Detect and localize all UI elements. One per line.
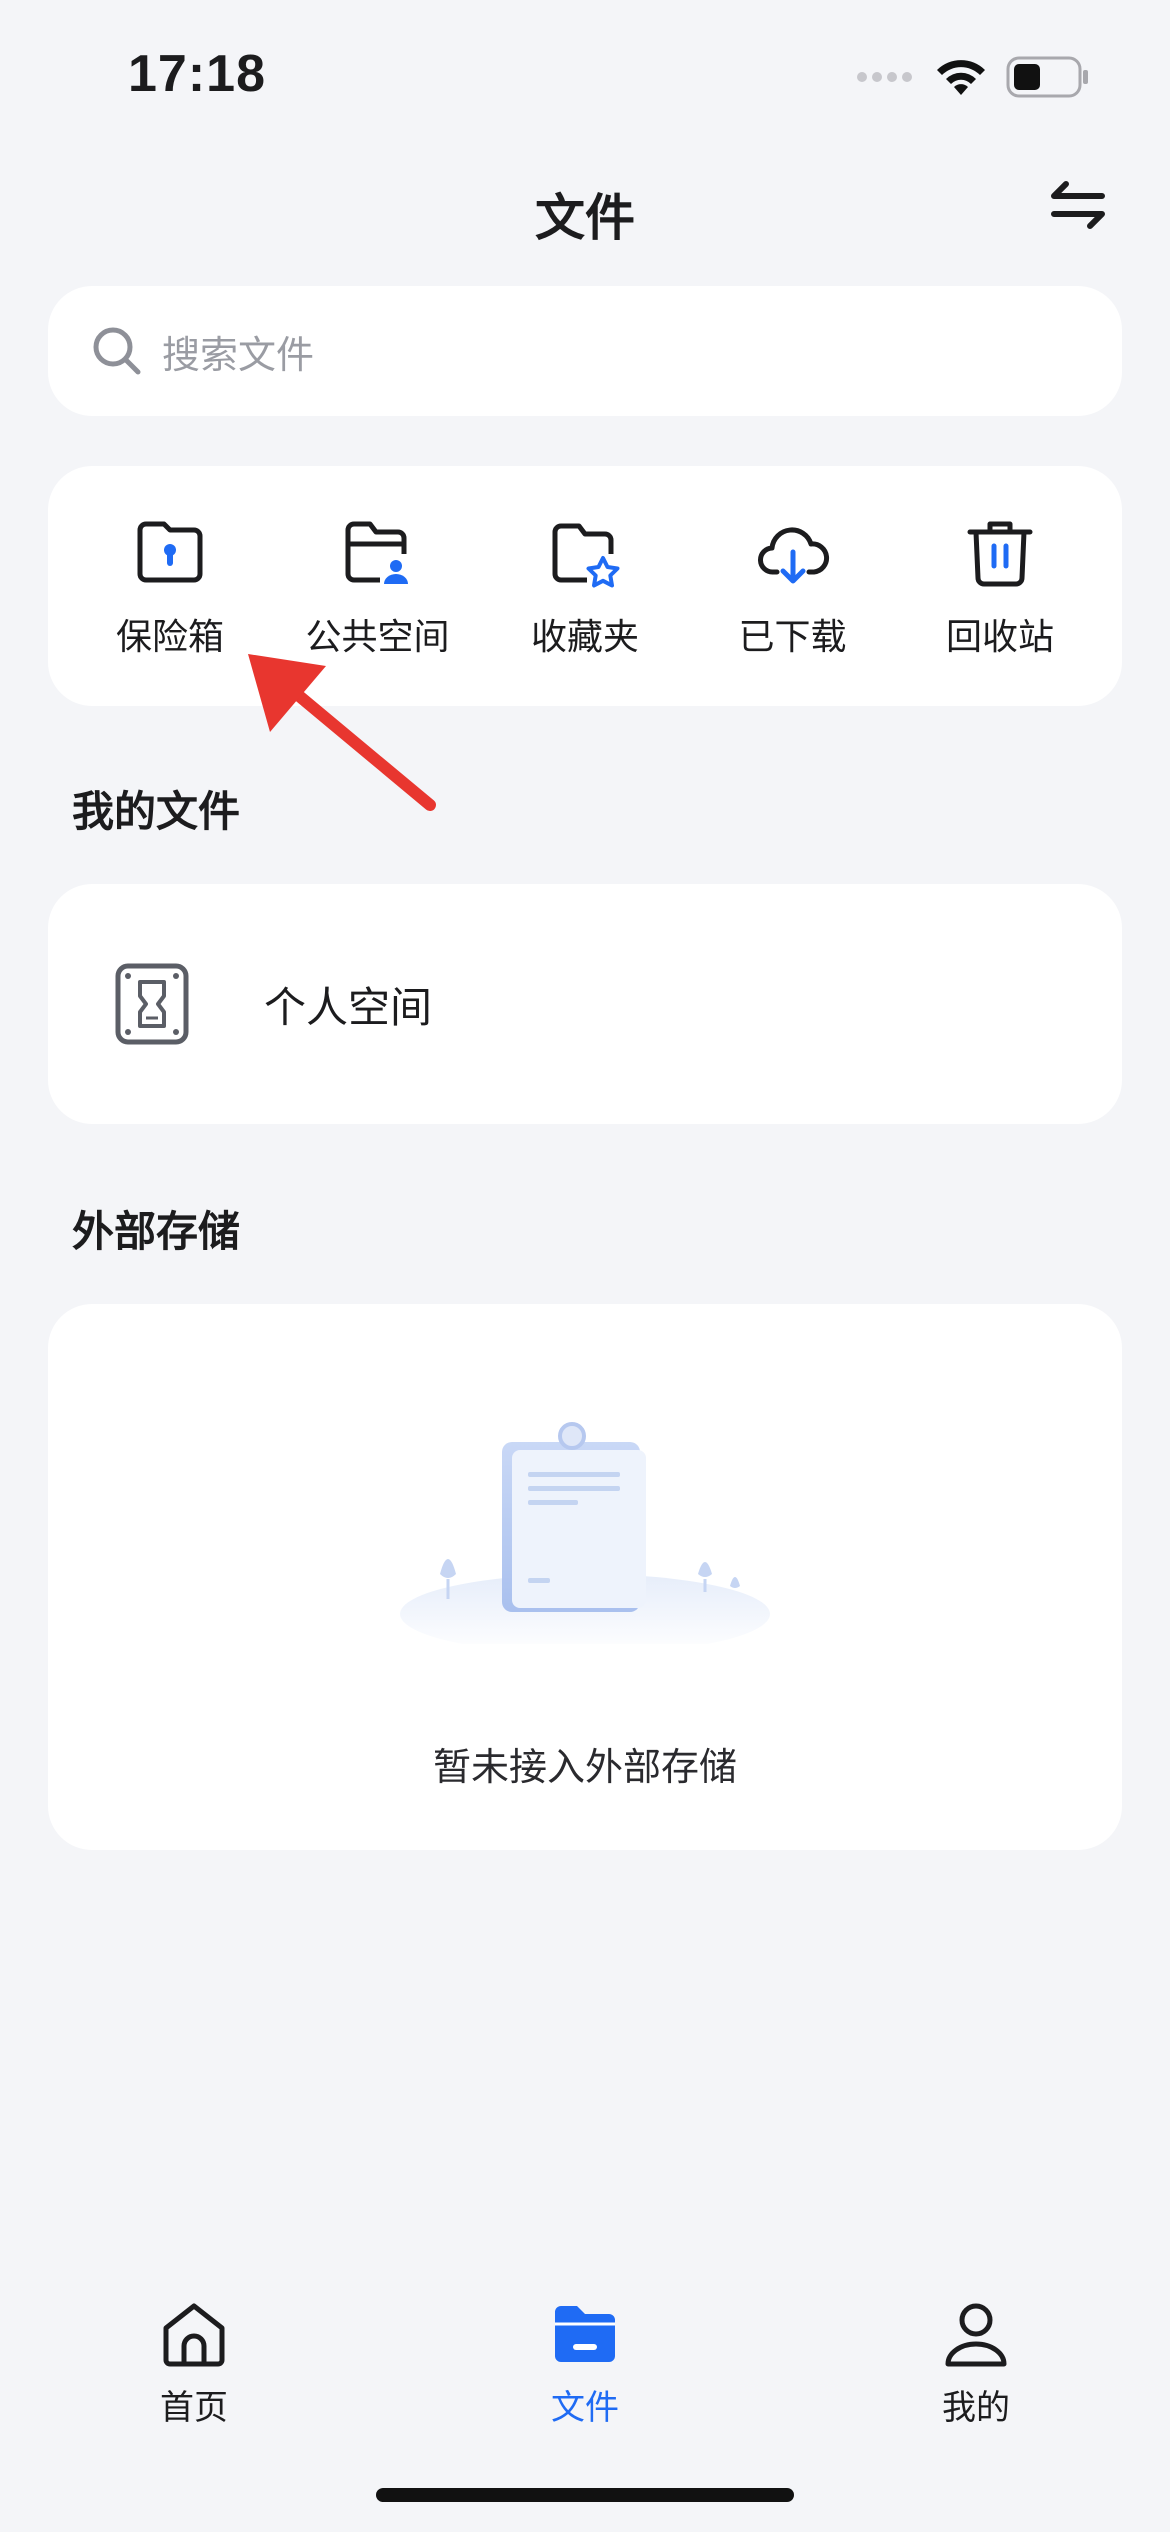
person-icon xyxy=(945,2303,1007,2367)
cloud-download-icon xyxy=(757,527,829,584)
downloaded-button[interactable]: 已下载 xyxy=(695,466,891,706)
search-icon xyxy=(93,327,141,375)
home-icon xyxy=(163,2303,225,2367)
empty-clipboard-illustration-icon xyxy=(400,1422,770,1644)
safe-icon xyxy=(137,521,203,583)
my-files-title: 我的文件 xyxy=(72,787,241,836)
safe-label: 保险箱 xyxy=(115,617,224,658)
page-title: 文件 xyxy=(535,189,635,247)
empty-state-text: 暂未接入外部存储 xyxy=(432,1745,737,1789)
downloaded-label: 已下载 xyxy=(738,617,847,658)
tab-mine[interactable]: 我的 xyxy=(876,2298,1076,2429)
tab-home[interactable]: 首页 xyxy=(94,2298,294,2429)
switch-arrows-icon[interactable] xyxy=(1048,178,1108,232)
signal-icon xyxy=(857,72,912,82)
search-placeholder: 搜索文件 xyxy=(162,332,315,377)
external-storage-title: 外部存储 xyxy=(72,1207,241,1256)
shared-space-button[interactable]: 公共空间 xyxy=(280,466,476,706)
status-icons xyxy=(856,56,1090,98)
recycle-bin-label: 回收站 xyxy=(945,617,1054,658)
battery-icon xyxy=(1006,56,1088,98)
shared-space-label: 公共空间 xyxy=(305,617,450,658)
personal-space-label: 个人空间 xyxy=(264,982,433,1032)
search-bar[interactable]: 搜索文件 xyxy=(48,286,1122,416)
tab-home-label: 首页 xyxy=(160,2388,228,2428)
favorites-label: 收藏夹 xyxy=(530,617,639,658)
external-storage-card: 暂未接入外部存储 xyxy=(48,1304,1122,1850)
shared-folder-icon xyxy=(345,521,408,584)
status-time: 17:18 xyxy=(128,45,266,103)
favorites-button[interactable]: 收藏夹 xyxy=(487,466,683,706)
safe-button[interactable]: 保险箱 xyxy=(72,466,268,706)
files-screen: 17:18 文件 搜索文件 保险箱 公共空间 收藏夹 已下载 回收站 我的文件 … xyxy=(0,0,1170,2532)
home-indicator xyxy=(376,2488,794,2502)
folder-icon xyxy=(555,2306,615,2362)
tab-files[interactable]: 文件 xyxy=(485,2298,685,2429)
wifi-icon xyxy=(937,60,985,95)
favorites-folder-icon xyxy=(552,523,620,588)
tab-files-label: 文件 xyxy=(551,2388,619,2428)
personal-space-item[interactable]: 个人空间 xyxy=(48,884,1122,1124)
quick-actions: 保险箱 公共空间 收藏夹 已下载 回收站 xyxy=(48,466,1122,706)
tab-mine-label: 我的 xyxy=(942,2388,1010,2428)
trash-icon xyxy=(967,521,1033,587)
hard-drive-icon xyxy=(115,963,189,1045)
recycle-bin-button[interactable]: 回收站 xyxy=(902,466,1098,706)
